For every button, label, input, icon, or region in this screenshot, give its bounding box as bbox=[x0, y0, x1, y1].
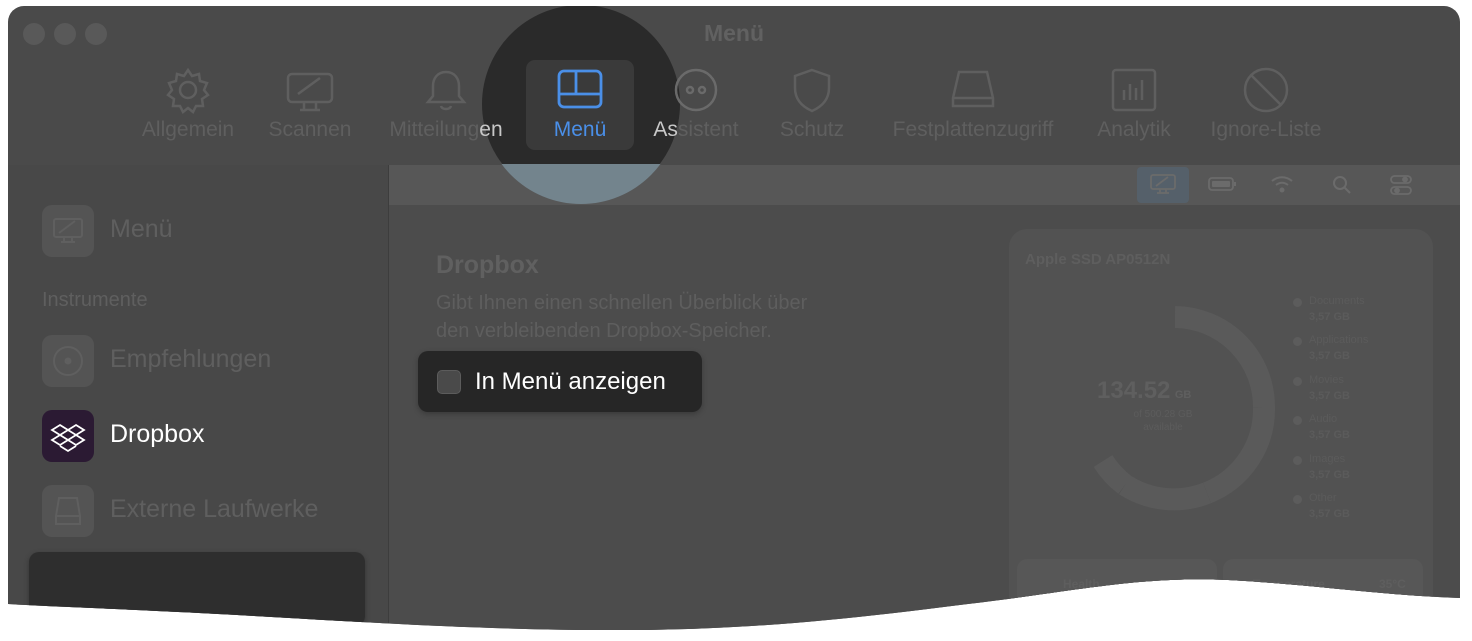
monitor-scan-icon bbox=[284, 66, 336, 114]
tab-analytik[interactable]: Analytik bbox=[1084, 66, 1184, 156]
show-in-menu-checkbox[interactable] bbox=[437, 370, 461, 394]
tab-label: Scannen bbox=[268, 118, 352, 141]
tab-assistent[interactable]: Assistent bbox=[646, 66, 746, 156]
tab-mitteilungen[interactable]: Mitteilungen bbox=[396, 66, 496, 156]
tab-festplattenzugriff[interactable]: Festplattenzugriff bbox=[923, 66, 1023, 156]
temperature-value: 35°C bbox=[1379, 577, 1406, 591]
chart-icon bbox=[1110, 66, 1158, 114]
monitor-icon bbox=[42, 205, 94, 257]
donut-center: 134.52 GB bbox=[1097, 377, 1297, 405]
storage-preview-card: Apple SSD AP0512N 134.52 GB of 500.28 GB… bbox=[1009, 229, 1433, 630]
health-label: Health bbox=[1063, 577, 1100, 591]
tab-menu[interactable]: Menü bbox=[530, 66, 630, 156]
tab-label: Schutz bbox=[779, 118, 845, 141]
sidebar-item-label: Menü bbox=[110, 215, 173, 243]
disk-name: Apple SSD AP0512N bbox=[1025, 251, 1171, 268]
sidebar-item-label: Empfehlungen bbox=[110, 345, 272, 373]
section-label: Instrumente bbox=[42, 289, 148, 311]
temperature-tile: Temperature 35°C bbox=[1223, 559, 1423, 609]
battery-icon bbox=[1207, 175, 1239, 193]
available-value: 134.52 bbox=[1097, 377, 1171, 404]
health-value: 92% bbox=[1177, 577, 1202, 591]
sidebar-item-label: Dropbox bbox=[110, 420, 205, 448]
tab-allgemein[interactable]: Allgemein bbox=[138, 66, 238, 156]
wifi-icon bbox=[1269, 173, 1295, 195]
search-icon bbox=[1331, 174, 1353, 196]
gear-icon bbox=[163, 66, 213, 114]
show-in-menu-control[interactable]: In Menü anzeigen bbox=[418, 351, 702, 412]
tab-label: Allgemein bbox=[141, 118, 235, 141]
detail-title: Dropbox bbox=[436, 251, 539, 279]
spotlight-lower bbox=[482, 164, 680, 204]
monitor-scan-icon bbox=[1149, 172, 1177, 196]
assistant-icon bbox=[671, 66, 721, 114]
selected-item-background bbox=[29, 552, 365, 626]
available-unit: GB bbox=[1174, 389, 1192, 401]
tab-schutz[interactable]: Schutz bbox=[762, 66, 862, 156]
detail-description-line1: Gibt Ihnen einen schnellen Überblick übe… bbox=[436, 292, 808, 314]
app-window: Menü Allgemein Scannen Mitteilungen Menü… bbox=[8, 6, 1460, 630]
temperature-label: Temperature bbox=[1253, 577, 1325, 591]
window-title: Menü bbox=[703, 20, 765, 46]
sidebar-item-dropbox[interactable]: Dropbox bbox=[42, 412, 362, 458]
tab-ignore-liste[interactable]: Ignore-Liste bbox=[1216, 66, 1316, 156]
prohibited-icon bbox=[1242, 66, 1290, 114]
menu-layout-icon bbox=[556, 66, 604, 112]
shield-icon bbox=[789, 66, 835, 114]
bell-icon bbox=[422, 66, 470, 114]
sidebar: Menü Instrumente Empfehlungen Dropbox Ex… bbox=[8, 165, 389, 630]
tab-label: Festplattenzugriff bbox=[892, 118, 1054, 141]
available-sub1: of 500.28 GB bbox=[1133, 409, 1193, 420]
dropbox-icon bbox=[42, 410, 94, 462]
tab-label: Analytik bbox=[1097, 118, 1171, 141]
tab-label: Menü bbox=[553, 118, 607, 141]
external-drive-icon bbox=[42, 485, 94, 537]
sidebar-item-empfehlungen[interactable]: Empfehlungen bbox=[42, 337, 362, 383]
available-sub2: available bbox=[1143, 422, 1183, 433]
tab-label: Ignore-Liste bbox=[1210, 118, 1322, 141]
sidebar-item-label: Externe Laufwerke bbox=[110, 495, 319, 523]
disk-icon bbox=[949, 66, 997, 114]
tab-label: Mitteilungen bbox=[389, 118, 503, 141]
tab-label: Assistent bbox=[653, 118, 739, 141]
assistant-icon bbox=[42, 335, 94, 387]
detail-description-line2: den verbleibenden Dropbox-Speicher. bbox=[436, 320, 772, 342]
sidebar-item-externe-laufwerke[interactable]: Externe Laufwerke bbox=[42, 487, 362, 533]
sidebar-item-menu[interactable]: Menü bbox=[42, 207, 362, 253]
health-tile: Health 92% bbox=[1017, 559, 1217, 609]
show-in-menu-label: In Menü anzeigen bbox=[475, 368, 666, 395]
storage-donut bbox=[1057, 303, 1307, 513]
toggles-icon bbox=[1389, 173, 1413, 197]
tab-scannen[interactable]: Scannen bbox=[260, 66, 360, 156]
